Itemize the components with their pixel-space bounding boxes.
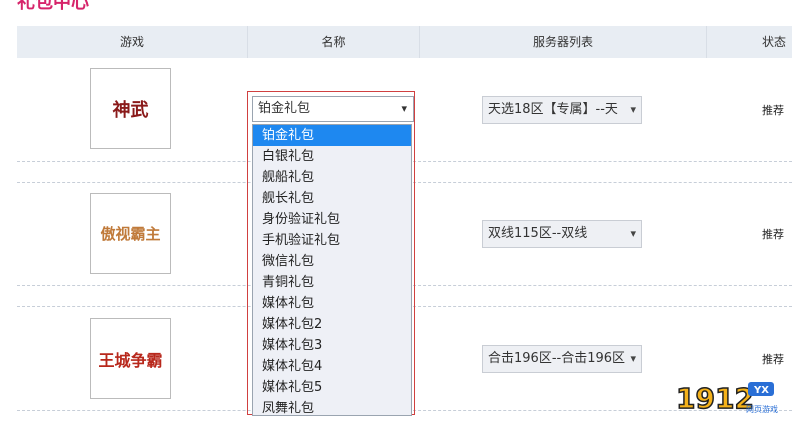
watermark-number: 1912 [676,382,754,415]
status-label: 推荐 [762,353,784,366]
gift-option[interactable]: 微信礼包 [253,251,411,272]
gift-option[interactable]: 青铜礼包 [253,272,411,293]
chevron-down-icon: ▾ [401,102,407,115]
gift-option[interactable]: 手机验证礼包 [253,230,411,251]
chevron-down-icon: ▾ [630,352,636,365]
header-status: 状态 [761,35,786,49]
server-select-value: 双线115区--双线 [488,226,588,241]
server-select-value: 天选18区【专属】--天 [488,102,618,117]
gift-option[interactable]: 媒体礼包4 [253,356,411,377]
watermark-sub: 网页游戏 [746,404,778,414]
server-select[interactable]: 双线115区--双线 ▾ [482,220,642,248]
gift-name-select[interactable]: 铂金礼包 ▾ [252,96,414,122]
gift-name-select-value: 铂金礼包 [258,101,311,116]
status-label: 推荐 [762,104,784,117]
gift-option[interactable]: 舰长礼包 [253,188,411,209]
gift-option[interactable]: 铂金礼包 [253,125,411,146]
gift-option[interactable]: 媒体礼包2 [253,314,411,335]
server-select-value: 合击196区--合击196区 [488,351,626,366]
gift-option[interactable]: 白银礼包 [253,146,411,167]
watermark-badge: YX [753,385,769,396]
server-select[interactable]: 合击196区--合击196区 ▾ [482,345,642,373]
game-logo[interactable]: 傲视霸主 [90,193,171,274]
header-server-list: 服务器列表 [420,26,707,58]
gift-name-options: 铂金礼包 白银礼包 舰船礼包 舰长礼包 身份验证礼包 手机验证礼包 微信礼包 青… [252,124,412,416]
chevron-down-icon: ▾ [630,103,636,116]
header-game: 游戏 [17,26,248,58]
gift-option[interactable]: 舰船礼包 [253,167,411,188]
gift-option[interactable]: 身份验证礼包 [253,209,411,230]
gift-option[interactable]: 媒体礼包5 [253,377,411,398]
game-logo[interactable]: 王城争霸 [90,318,171,399]
server-select[interactable]: 天选18区【专属】--天 ▾ [482,96,642,124]
chevron-down-icon: ▾ [630,227,636,240]
gift-option[interactable]: 凤舞礼包 [253,398,411,415]
gift-option[interactable]: 媒体礼包 [253,293,411,314]
page-title: 礼包中心 [17,0,89,13]
status-label: 推荐 [762,228,784,241]
header-name: 名称 [248,26,420,58]
game-logo[interactable]: 神武 [90,68,171,149]
gift-option[interactable]: 媒体礼包3 [253,335,411,356]
table-header: 游戏 名称 服务器列表 状态 [17,26,792,58]
site-watermark-logo: 1912 YX 网页游戏 [675,381,778,416]
